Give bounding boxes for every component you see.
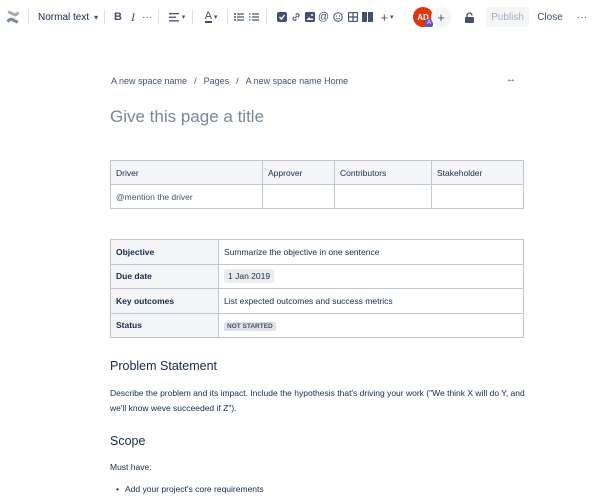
toolbar-divider: [192, 10, 193, 24]
invite-button[interactable]: +: [431, 7, 451, 27]
text-style-label: Normal text: [38, 11, 90, 23]
breadcrumb: A new space name / Pages / A new space n…: [111, 76, 348, 86]
layout-icon: [362, 12, 373, 22]
bullet-list-icon: [234, 13, 244, 21]
text-style-dropdown[interactable]: Normal text ▾: [38, 0, 100, 34]
chevron-down-icon: ▾: [94, 12, 99, 22]
table-header-cell[interactable]: Driver: [110, 160, 263, 185]
table-row-header[interactable]: Objective: [110, 239, 219, 265]
insert-icon: +: [380, 9, 389, 25]
problem-heading: Problem Statement: [110, 359, 217, 373]
table-header-cell[interactable]: Approver: [262, 160, 335, 185]
align-button[interactable]: ▾: [166, 0, 188, 34]
numbered-list-button[interactable]: [248, 0, 260, 34]
confluence-logo-icon[interactable]: [4, 0, 22, 34]
list-item-text: Add your project's core requirements: [125, 484, 264, 494]
scope-heading: Scope: [110, 434, 146, 448]
bold-button[interactable]: B: [112, 0, 124, 34]
width-toggle-icon[interactable]: ↔: [506, 74, 516, 85]
breadcrumb-home[interactable]: A new space name Home: [246, 76, 349, 86]
toolbar-divider: [158, 10, 159, 24]
breadcrumb-separator: /: [236, 76, 239, 86]
table-row: Objective Summarize the objective in one…: [110, 239, 524, 265]
status-badge[interactable]: NOT STARTED: [224, 321, 276, 331]
chevron-down-icon: ▾: [213, 14, 218, 21]
table-cell[interactable]: [431, 184, 524, 209]
action-item-button[interactable]: [275, 0, 288, 34]
table-row: @mention the driver: [110, 184, 524, 209]
must-have-label: Must have:: [110, 462, 152, 472]
table-row-header[interactable]: Due date: [110, 263, 219, 289]
chevron-down-icon: ▾: [181, 14, 186, 21]
problem-text: Describe the problem and its impact. Inc…: [110, 388, 525, 413]
emoji-button[interactable]: [331, 0, 344, 34]
due-date-chip[interactable]: 1 Jan 2019: [224, 269, 275, 284]
list-item: Add your project's core requirements: [116, 484, 264, 494]
close-button[interactable]: Close: [534, 7, 566, 27]
image-icon: [304, 12, 315, 22]
table-row: Status NOT STARTED: [110, 312, 524, 338]
table-header-row: Driver Approver Contributors Stakeholder: [110, 160, 524, 185]
daci-table: Driver Approver Contributors Stakeholder…: [110, 160, 524, 209]
layout-button[interactable]: [361, 0, 374, 34]
toolbar-divider: [227, 10, 228, 24]
table-row: Due date 1 Jan 2019: [110, 263, 524, 289]
breadcrumb-separator: /: [194, 76, 197, 86]
table-row-header[interactable]: Key outcomes: [110, 288, 219, 314]
align-icon: [168, 12, 179, 21]
action-item-icon: [276, 12, 287, 22]
table-row-header[interactable]: Status: [110, 312, 219, 338]
more-menu-button[interactable]: ···: [576, 0, 588, 34]
editor-toolbar: Normal text ▾ B I ··· ▾ A ▾ @ + ▾ AD A +…: [0, 0, 600, 34]
toolbar-divider: [266, 10, 267, 24]
table-cell[interactable]: @mention the driver: [110, 184, 263, 209]
publish-button[interactable]: Publish: [486, 7, 529, 27]
table-row: Key outcomes List expected outcomes and …: [110, 288, 524, 314]
text-color-button[interactable]: A ▾: [200, 0, 222, 34]
table-cell[interactable]: 1 Jan 2019: [218, 263, 524, 289]
table-button[interactable]: [346, 0, 359, 34]
mention-button[interactable]: @: [317, 0, 330, 34]
text-color-icon: A: [204, 10, 212, 23]
table-cell[interactable]: List expected outcomes and success metri…: [218, 288, 524, 314]
insert-menu-button[interactable]: + ▾: [376, 0, 398, 34]
mention-icon: @: [317, 11, 330, 23]
table-cell[interactable]: Summarize the objective in one sentence: [218, 239, 524, 265]
link-button[interactable]: [289, 0, 302, 34]
breadcrumb-space[interactable]: A new space name: [111, 76, 187, 86]
page-title-input[interactable]: Give this page a title: [110, 107, 264, 127]
image-button[interactable]: [303, 0, 316, 34]
italic-button[interactable]: I: [127, 0, 139, 34]
table-icon: [347, 12, 358, 22]
summary-table: Objective Summarize the objective in one…: [110, 239, 524, 338]
restrictions-button[interactable]: [462, 0, 476, 34]
restriction-icon: [464, 11, 474, 23]
breadcrumb-pages[interactable]: Pages: [204, 76, 230, 86]
numbered-list-icon: [249, 13, 259, 21]
table-header-cell[interactable]: Stakeholder: [431, 160, 524, 185]
link-icon: [291, 13, 300, 21]
table-header-cell[interactable]: Contributors: [334, 160, 432, 185]
table-cell[interactable]: NOT STARTED: [218, 312, 524, 338]
more-formatting-button[interactable]: ···: [140, 0, 154, 34]
bullet-list-button[interactable]: [233, 0, 245, 34]
toolbar-divider: [28, 10, 29, 24]
chevron-down-icon: ▾: [390, 14, 394, 21]
emoji-icon: [332, 12, 343, 22]
table-cell[interactable]: [262, 184, 335, 209]
table-cell[interactable]: [334, 184, 432, 209]
toolbar-divider: [104, 10, 105, 24]
